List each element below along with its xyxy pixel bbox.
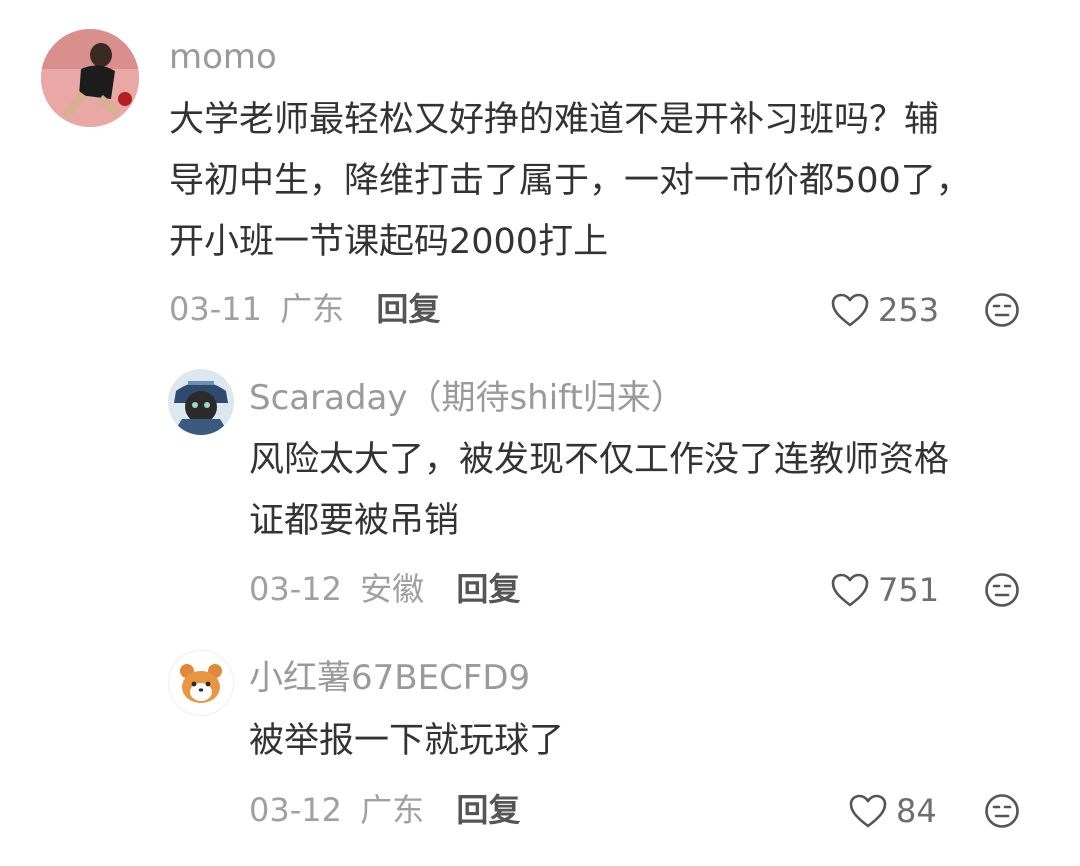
comment-author[interactable]: momo	[169, 37, 277, 77]
comment-location: 广东	[280, 290, 345, 328]
reply-item: Scaraday（期待shift归来） 风险太大了，被发现不仅工作没了连教师资格…	[0, 340, 1080, 620]
reply-button[interactable]: 回复	[376, 290, 440, 328]
like-count: 751	[878, 571, 940, 609]
neutral-face-icon	[985, 573, 1019, 607]
reply-button[interactable]: 回复	[456, 791, 520, 829]
reply-meta: 03-12 安徽 回复	[249, 569, 520, 609]
heart-icon	[831, 293, 869, 327]
reply-button[interactable]: 回复	[456, 570, 520, 608]
neutral-face-icon	[985, 794, 1019, 828]
heart-icon	[831, 573, 869, 607]
reply-text-line: 证都要被吊销	[249, 501, 460, 541]
comment-item: momo 大学老师最轻松又好挣的难道不是开补习班吗？辅 导初中生，降维打击了属于…	[0, 0, 1080, 340]
table-tennis-player-avatar-icon	[41, 29, 139, 127]
avatar[interactable]	[168, 650, 234, 716]
heart-icon	[849, 794, 887, 828]
reply-author[interactable]: Scaraday（期待shift归来）	[249, 378, 685, 418]
reply-text-line: 风险太大了，被发现不仅工作没了连教师资格	[249, 440, 950, 480]
comment-text-line: 开小班一节课起码2000打上	[169, 222, 609, 262]
reply-text: 风险太大了，被发现不仅工作没了连教师资格 证都要被吊销	[249, 430, 1049, 552]
avatar[interactable]	[168, 369, 234, 435]
reply-location: 安徽	[360, 570, 425, 608]
hamster-avatar-icon	[169, 651, 233, 715]
reply-text-line: 被举报一下就玩球了	[249, 721, 565, 761]
emoji-reaction-button[interactable]	[984, 292, 1020, 328]
comment-meta: 03-11 广东 回复	[169, 289, 440, 329]
like-count: 84	[896, 792, 937, 830]
reply-date: 03-12	[249, 791, 342, 829]
emoji-reaction-button[interactable]	[984, 793, 1020, 829]
reply-location: 广东	[360, 791, 425, 829]
comment-text-line: 导初中生，降维打击了属于，一对一市价都500了，	[169, 161, 971, 201]
anime-character-avatar-icon	[168, 369, 234, 435]
reply-item: 小红薯67BECFD9 被举报一下就玩球了 03-12 广东 回复 84	[0, 620, 1080, 866]
like-count: 253	[878, 291, 940, 329]
like-button[interactable]: 84	[848, 789, 937, 833]
reply-text: 被举报一下就玩球了	[249, 711, 1049, 772]
avatar[interactable]	[41, 29, 139, 127]
like-button[interactable]: 751	[830, 568, 939, 612]
reply-date: 03-12	[249, 570, 342, 608]
comment-text-line: 大学老师最轻松又好挣的难道不是开补习班吗？辅	[169, 100, 940, 140]
neutral-face-icon	[985, 293, 1019, 327]
comment-text: 大学老师最轻松又好挣的难道不是开补习班吗？辅 导初中生，降维打击了属于，一对一市…	[169, 90, 1009, 273]
reply-meta: 03-12 广东 回复	[249, 790, 520, 830]
comment-date: 03-11	[169, 290, 262, 328]
emoji-reaction-button[interactable]	[984, 572, 1020, 608]
reply-author[interactable]: 小红薯67BECFD9	[249, 658, 530, 698]
like-button[interactable]: 253	[830, 288, 939, 332]
